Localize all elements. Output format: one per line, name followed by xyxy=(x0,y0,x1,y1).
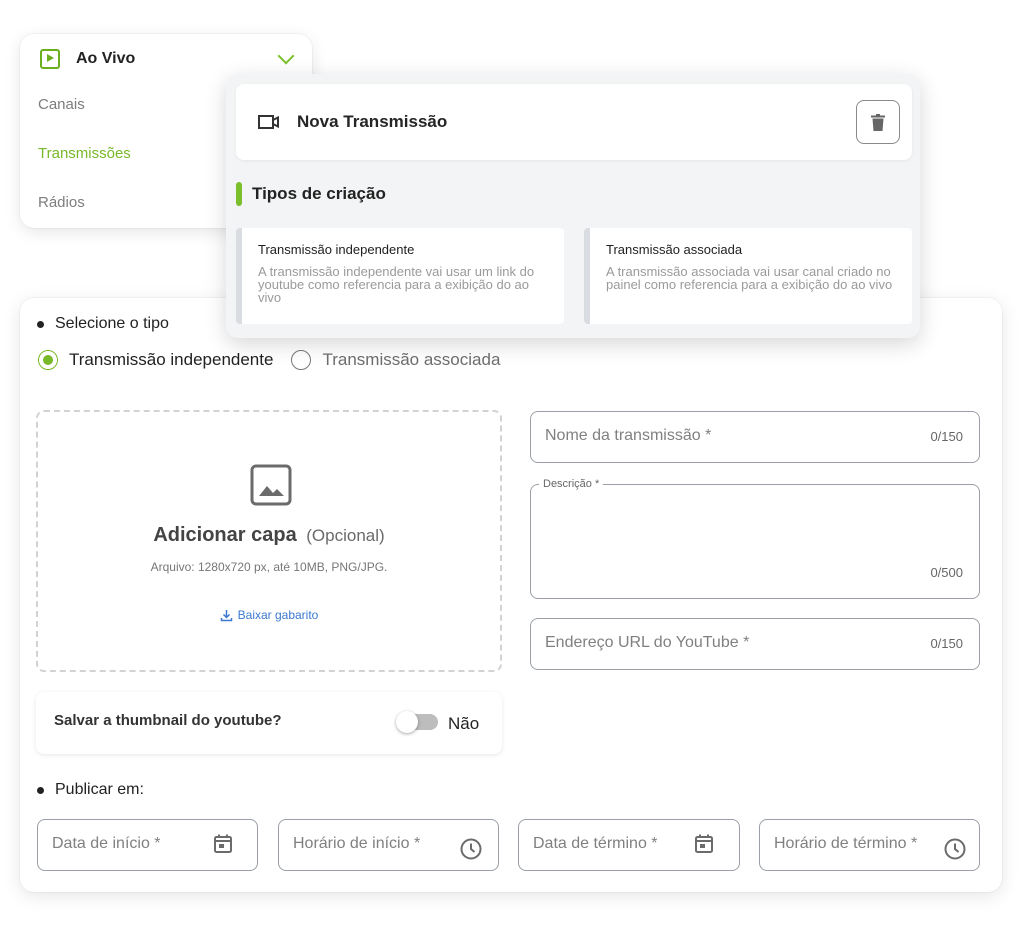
type-card-description: A transmissão associada vai usar canal c… xyxy=(606,264,893,292)
thumbnail-toggle[interactable] xyxy=(396,711,438,733)
panel-header: Nova Transmissão xyxy=(236,84,912,160)
publish-heading: Publicar em: xyxy=(37,781,144,799)
radio-associated[interactable] xyxy=(291,350,312,370)
youtube-url-field[interactable]: Endereço URL do YouTube * 0/150 xyxy=(530,618,980,670)
optional-label: (Opcional) xyxy=(306,526,385,545)
end-date-placeholder: Data de término * xyxy=(533,835,658,852)
description-counter: 0/500 xyxy=(930,565,963,580)
start-date-field[interactable]: Data de início * xyxy=(37,819,258,871)
trash-icon xyxy=(871,113,885,131)
clock-icon[interactable] xyxy=(943,837,967,861)
calendar-icon[interactable] xyxy=(212,833,234,855)
publish-label: Publicar em: xyxy=(55,781,144,798)
type-card-independent[interactable]: Transmissão independente A transmissão i… xyxy=(236,228,564,324)
menu-title: Ao Vivo xyxy=(76,50,136,67)
type-card-associated[interactable]: Transmissão associada A transmissão asso… xyxy=(584,228,912,324)
radio-independent[interactable] xyxy=(38,350,58,370)
youtube-url-placeholder: Endereço URL do YouTube * xyxy=(545,634,750,651)
panel-title: Nova Transmissão xyxy=(297,112,448,131)
description-legend: Descrição * xyxy=(539,478,604,490)
end-time-placeholder: Horário de término * xyxy=(774,835,918,852)
menu-header[interactable]: Ao Vivo xyxy=(40,46,298,72)
type-card-title: Transmissão independente xyxy=(258,242,415,257)
clock-icon[interactable] xyxy=(459,837,483,861)
image-icon xyxy=(250,464,292,506)
start-time-field[interactable]: Horário de início * xyxy=(278,819,499,871)
type-card-description: A transmissão independente vai usar um l… xyxy=(258,264,535,305)
download-template-label[interactable]: Baixar gabarito xyxy=(238,608,319,622)
bullet-dot xyxy=(37,786,44,794)
thumbnail-label: Salvar a thumbnail do youtube? xyxy=(54,712,282,729)
select-type-label: Selecione o tipo xyxy=(55,315,169,332)
creation-types-title: Tipos de criação xyxy=(252,184,386,203)
transmission-form: Selecione o tipo Transmissão independent… xyxy=(20,298,1002,892)
calendar-icon[interactable] xyxy=(693,833,715,855)
add-cover-label: Adicionar capa xyxy=(153,524,297,546)
menu-item-canais[interactable]: Canais xyxy=(38,96,85,113)
new-transmission-panel: Nova Transmissão Tipos de criação Transm… xyxy=(226,74,920,338)
transmission-name-counter: 0/150 xyxy=(930,429,963,444)
end-date-field[interactable]: Data de término * xyxy=(518,819,740,871)
transmission-name-field[interactable]: Nome da transmissão * 0/150 xyxy=(530,411,980,463)
type-card-title: Transmissão associada xyxy=(606,242,743,257)
menu-item-radios[interactable]: Rádios xyxy=(38,194,85,211)
radio-independent-label[interactable]: Transmissão independente xyxy=(69,350,273,370)
delete-button[interactable] xyxy=(856,100,900,144)
end-time-field[interactable]: Horário de término * xyxy=(759,819,980,871)
download-template-link[interactable]: Baixar gabarito xyxy=(38,608,500,622)
video-camera-icon xyxy=(258,115,279,129)
section-accent-bar xyxy=(236,182,242,206)
toggle-knob[interactable] xyxy=(396,711,418,733)
bullet-dot xyxy=(37,320,44,328)
type-radio-group: Transmissão independente Transmissão ass… xyxy=(38,350,500,370)
start-time-placeholder: Horário de início * xyxy=(293,835,421,852)
cover-upload-area[interactable]: Adicionar capa (Opcional) Arquivo: 1280x… xyxy=(36,410,502,672)
download-icon xyxy=(220,609,232,621)
thumbnail-option: Salvar a thumbnail do youtube? Não xyxy=(36,692,502,754)
description-field[interactable]: Descrição * 0/500 xyxy=(530,478,980,599)
chevron-down-icon[interactable] xyxy=(277,47,295,65)
play-icon xyxy=(40,49,60,69)
upload-file-info: Arquivo: 1280x720 px, até 10MB, PNG/JPG. xyxy=(150,560,388,574)
thumbnail-toggle-value: Não xyxy=(448,714,480,733)
radio-associated-label[interactable]: Transmissão associada xyxy=(322,350,500,370)
select-type-heading: Selecione o tipo xyxy=(37,315,169,333)
transmission-name-placeholder: Nome da transmissão * xyxy=(545,427,712,444)
menu-item-transmissoes[interactable]: Transmissões xyxy=(38,145,131,162)
start-date-placeholder: Data de início * xyxy=(52,835,161,852)
youtube-url-counter: 0/150 xyxy=(930,636,963,651)
upload-title: Adicionar capa (Opcional) xyxy=(38,524,500,547)
